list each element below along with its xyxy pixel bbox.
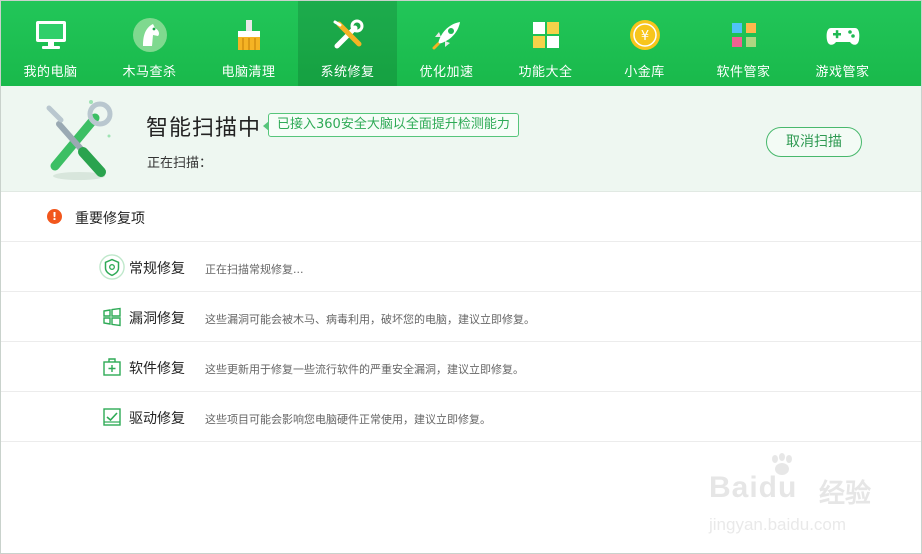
repair-name: 驱动修复	[129, 411, 185, 427]
repair-description: 这些项目可能会影响您电脑硬件正常使用，建议立即修复。	[205, 413, 491, 426]
repair-row-general[interactable]: 常规修复 正在扫描常规修复...	[1, 242, 921, 292]
repair-name: 漏洞修复	[129, 311, 185, 327]
nav-label: 功能大全	[518, 65, 573, 80]
ai-brain-tag: 已接入360安全大脑以全面提升检测能力	[263, 113, 519, 137]
nav-label: 游戏管家	[815, 65, 870, 80]
shield-icon	[99, 254, 125, 280]
watermark-url: jingyan.baidu.com	[709, 515, 847, 534]
software-box-icon	[99, 354, 125, 380]
repair-description: 正在扫描常规修复...	[205, 263, 304, 276]
nav-item-my-computer[interactable]: 我的电脑	[1, 1, 100, 86]
coin-icon: ¥	[625, 15, 665, 55]
grid-icon	[526, 15, 566, 55]
windows-icon	[99, 304, 125, 330]
nav-item-vault[interactable]: ¥ 小金库	[595, 1, 694, 86]
nav-item-system-repair[interactable]: 系统修复	[298, 1, 397, 86]
repair-row-software[interactable]: 软件修复 这些更新用于修复一些流行软件的严重安全漏洞，建议立即修复。	[1, 342, 921, 392]
repair-name: 常规修复	[129, 261, 185, 277]
gamepad-icon	[823, 15, 863, 55]
section-label: 重要修复项	[75, 211, 145, 227]
nav-item-software[interactable]: 软件管家	[694, 1, 793, 86]
scan-header: 智能扫描中 已接入360安全大脑以全面提升检测能力 正在扫描： 取消扫描	[1, 86, 921, 192]
nav-item-features[interactable]: 功能大全	[496, 1, 595, 86]
monitor-icon	[31, 15, 71, 55]
svg-text:¥: ¥	[640, 29, 648, 44]
trojan-horse-icon	[130, 15, 170, 55]
watermark-brand: Baidu	[709, 471, 798, 504]
wrench-screwdriver-icon	[328, 15, 368, 55]
scan-title: 智能扫描中	[146, 116, 262, 141]
nav-item-trojan-scan[interactable]: 木马查杀	[100, 1, 199, 86]
software-icon	[724, 15, 764, 55]
repair-row-driver[interactable]: 驱动修复 这些项目可能会影响您电脑硬件正常使用，建议立即修复。	[1, 392, 921, 442]
driver-icon	[99, 404, 125, 430]
nav-label: 电脑清理	[221, 65, 276, 80]
nav-label: 优化加速	[419, 65, 474, 80]
scan-status: 正在扫描：	[147, 156, 213, 171]
nav-label: 软件管家	[716, 65, 771, 80]
warning-icon: !	[47, 209, 62, 224]
rocket-icon	[427, 15, 467, 55]
cancel-scan-button[interactable]: 取消扫描	[766, 127, 862, 157]
top-navigation: 我的电脑 木马查杀 电脑清理 系统修复 优化加速 功能大全 ¥ 小金库 软件管家…	[1, 1, 921, 86]
nav-item-cleanup[interactable]: 电脑清理	[199, 1, 298, 86]
app-window: 我的电脑 木马查杀 电脑清理 系统修复 优化加速 功能大全 ¥ 小金库 软件管家…	[0, 0, 922, 554]
repair-tools-icon	[39, 96, 119, 182]
repair-row-vulnerability[interactable]: 漏洞修复 这些漏洞可能会被木马、病毒利用，破坏您的电脑，建议立即修复。	[1, 292, 921, 342]
nav-label: 系统修复	[320, 65, 375, 80]
nav-item-optimize[interactable]: 优化加速	[397, 1, 496, 86]
repair-description: 这些漏洞可能会被木马、病毒利用，破坏您的电脑，建议立即修复。	[205, 313, 535, 326]
nav-label: 小金库	[624, 65, 665, 80]
important-repairs-header: ! 重要修复项	[1, 192, 921, 242]
watermark-brand-cn: 经验	[819, 479, 872, 509]
repair-name: 软件修复	[129, 361, 185, 377]
broom-icon	[229, 15, 269, 55]
nav-label: 木马查杀	[122, 65, 177, 80]
nav-item-games[interactable]: 游戏管家	[793, 1, 892, 86]
nav-label: 我的电脑	[23, 65, 78, 80]
baidu-jingyan-watermark: Baidu 经验 jingyan.baidu.com	[701, 453, 901, 543]
repair-description: 这些更新用于修复一些流行软件的严重安全漏洞，建议立即修复。	[205, 363, 524, 376]
